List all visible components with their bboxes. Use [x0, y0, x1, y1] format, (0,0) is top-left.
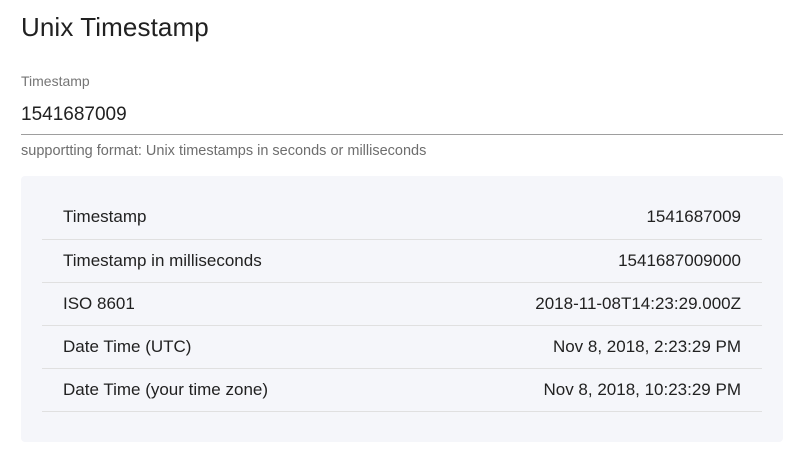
result-row-value: 1541687009000: [401, 239, 762, 283]
timestamp-field: Timestamp: [21, 70, 783, 136]
result-row-value: Nov 8, 2018, 2:23:29 PM: [401, 325, 762, 369]
page-title: Unix Timestamp: [21, 12, 209, 42]
result-row-iso-8601: ISO 8601 2018-11-08T14:23:29.000Z: [42, 282, 762, 326]
result-row-value: 2018-11-08T14:23:29.000Z: [401, 282, 762, 326]
conversion-results-table: Timestamp 1541687009 Timestamp in millis…: [42, 196, 762, 412]
result-row-value: Nov 8, 2018, 10:23:29 PM: [401, 368, 762, 412]
result-row-milliseconds: Timestamp in milliseconds 1541687009000: [42, 239, 762, 283]
conversion-results-card: Timestamp 1541687009 Timestamp in millis…: [21, 176, 783, 442]
result-row-label: Date Time (your time zone): [42, 368, 402, 412]
result-row-label: Timestamp: [42, 196, 402, 240]
timestamp-input[interactable]: [21, 100, 783, 130]
result-row-label: Date Time (UTC): [42, 325, 402, 369]
result-row-timestamp: Timestamp 1541687009: [42, 196, 762, 240]
timestamp-field-underline: [21, 134, 783, 135]
result-row-value: 1541687009: [401, 196, 762, 240]
timestamp-format-hint: supportting format: Unix timestamps in s…: [21, 143, 427, 159]
result-row-local-time: Date Time (your time zone) Nov 8, 2018, …: [42, 368, 762, 412]
timestamp-field-label: Timestamp: [21, 73, 90, 89]
result-row-label: Timestamp in milliseconds: [42, 239, 402, 283]
result-row-label: ISO 8601: [42, 282, 402, 326]
result-row-utc: Date Time (UTC) Nov 8, 2018, 2:23:29 PM: [42, 325, 762, 369]
